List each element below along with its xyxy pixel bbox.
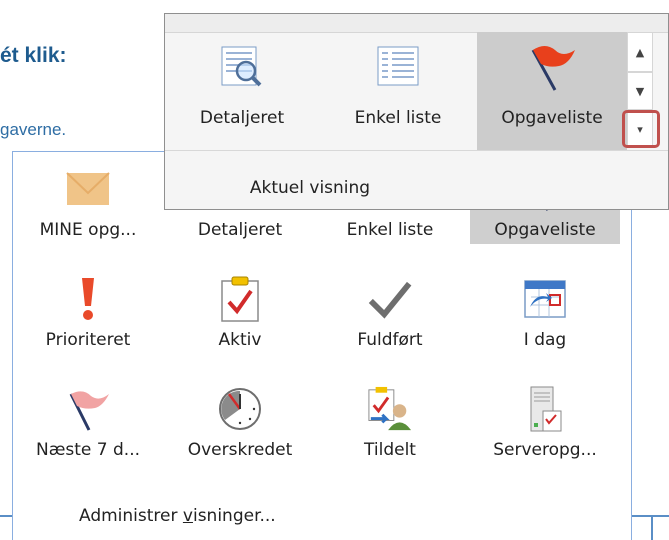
gallery-item-label: Opgaveliste [494, 220, 596, 240]
gallery-item-mine-opgaver[interactable]: MINE opg... [13, 162, 163, 244]
gallery-item-label: Næste 7 d... [35, 440, 141, 460]
ribbon-group-label: Aktuel visning [249, 178, 371, 198]
gallery-item-label: Detaljeret [197, 220, 283, 240]
gallery-item-serveropgaver[interactable]: Serveropg... [470, 382, 620, 464]
gallery-item-label: Overskredet [187, 440, 293, 460]
server-task-icon [522, 386, 568, 432]
gallery-item-overskredet[interactable]: Overskredet [165, 382, 315, 464]
checkmark-icon [367, 276, 413, 322]
gallery-item-label: Tildelt [364, 440, 416, 460]
manage-views-link[interactable]: Administrer visninger... [79, 506, 276, 526]
ribbon-view-detaljeret[interactable]: Detaljeret [167, 32, 317, 150]
gallery-item-label: I dag [523, 330, 567, 350]
gallery-item-naeste-7-dage[interactable]: Næste 7 d... [13, 382, 163, 464]
gallery-item-label: Aktiv [218, 330, 262, 350]
ribbon-view-label: Enkel liste [354, 108, 442, 128]
gallery-item-prioriteret[interactable]: Prioriteret [13, 272, 163, 354]
simple-list-icon [373, 42, 423, 92]
pink-flag-icon [65, 386, 111, 432]
divider [651, 515, 653, 540]
ribbon-view-label: Detaljeret [199, 108, 285, 128]
gallery-item-label: Enkel liste [346, 220, 434, 240]
gallery-item-aktiv[interactable]: Aktiv [165, 272, 315, 354]
gallery-item-tildelt[interactable]: Tildelt [315, 382, 465, 464]
ribbon-view-enkel-liste[interactable]: Enkel liste [323, 32, 473, 150]
page-heading: ét klik: [0, 44, 67, 67]
gallery-scroll-up-button[interactable]: ▲ [627, 32, 653, 72]
manage-views-text: isninger... [192, 506, 276, 526]
divider [0, 515, 12, 517]
red-flag-icon [527, 42, 577, 92]
gallery-item-i-dag[interactable]: I dag [470, 272, 620, 354]
gallery-item-label: MINE opg... [39, 220, 137, 240]
gallery-item-fuldfoert[interactable]: Fuldført [315, 272, 465, 354]
calendar-arrow-icon [522, 276, 568, 322]
gallery-scroll-down-button[interactable]: ▼ [627, 72, 653, 110]
exclamation-icon [65, 276, 111, 322]
envelope-icon [65, 166, 111, 212]
clipboard-check-icon [217, 276, 263, 322]
manage-views-accesskey: v [182, 506, 193, 526]
gallery-item-label: Serveropg... [493, 440, 597, 460]
manage-views-text: Administrer [79, 506, 183, 526]
ribbon-top-strip [165, 14, 668, 33]
gallery-item-label: Prioriteret [45, 330, 131, 350]
gallery-item-label: Fuldført [357, 330, 423, 350]
assigned-person-icon [367, 386, 413, 432]
expand-button-highlight [622, 110, 660, 148]
ribbon-view-opgaveliste[interactable]: Opgaveliste [477, 32, 627, 150]
detailed-view-icon [217, 42, 267, 92]
group-divider [165, 150, 668, 151]
page-subtext: gaverne. [0, 120, 67, 139]
ribbon-view-label: Opgaveliste [501, 108, 603, 128]
clock-icon [217, 386, 263, 432]
current-view-ribbon-group: Detaljeret Enkel liste Opgaveliste ▲ ▼ ▾… [164, 13, 669, 210]
